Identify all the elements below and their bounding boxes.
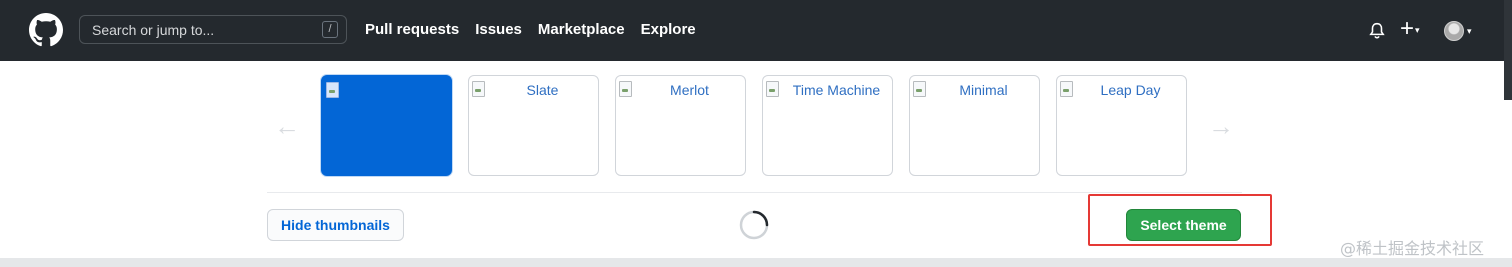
watermark: @稀土掘金技术社区 (1340, 239, 1485, 258)
search-input[interactable]: Search or jump to... / (79, 15, 347, 44)
theme-thumbnail-selected[interactable] (321, 75, 452, 176)
notification-bell-icon[interactable] (1368, 21, 1386, 41)
select-theme-button[interactable]: Select theme (1126, 209, 1241, 241)
theme-thumbnail-slate[interactable]: Slate (468, 75, 599, 176)
loading-spinner-icon (739, 210, 769, 240)
primary-nav: Pull requests Issues Marketplace Explore (365, 21, 712, 38)
user-menu-button[interactable]: ▾ (1444, 21, 1472, 41)
page: Search or jump to... / Pull requests Iss… (0, 0, 1512, 267)
theme-label: Time Machine (792, 82, 881, 98)
top-navbar: Search or jump to... / Pull requests Iss… (0, 0, 1512, 61)
chevron-down-icon: ▾ (1415, 24, 1420, 35)
page-scrollbar[interactable] (1504, 0, 1512, 100)
hide-thumbnails-button[interactable]: Hide thumbnails (267, 209, 404, 241)
next-arrow-icon[interactable]: → (1207, 113, 1235, 139)
plus-icon: + (1400, 15, 1415, 42)
github-logo-icon[interactable] (29, 13, 63, 47)
nav-explore[interactable]: Explore (641, 21, 696, 38)
theme-thumbnail-leap-day[interactable]: Leap Day (1056, 75, 1187, 176)
theme-thumbnail-minimal[interactable]: Minimal (909, 75, 1040, 176)
nav-pull-requests[interactable]: Pull requests (365, 21, 459, 38)
theme-label: Merlot (670, 82, 709, 98)
theme-thumbnail-time-machine[interactable]: Time Machine (762, 75, 893, 176)
theme-label: Minimal (959, 82, 1008, 98)
nav-issues[interactable]: Issues (475, 21, 522, 38)
avatar (1444, 21, 1464, 41)
broken-image-icon (326, 82, 339, 98)
theme-label: Leap Day (1100, 82, 1161, 98)
chevron-down-icon: ▾ (1467, 25, 1472, 36)
theme-label: Slate (526, 82, 559, 98)
divider (267, 192, 1242, 193)
search-shortcut-key: / (322, 21, 338, 38)
nav-marketplace[interactable]: Marketplace (538, 21, 625, 38)
previous-arrow-icon[interactable]: ← (273, 113, 301, 139)
footer-band (0, 258, 1512, 267)
theme-thumbnail-merlot[interactable]: Merlot (615, 75, 746, 176)
create-new-button[interactable]: +▾ (1400, 17, 1420, 42)
search-placeholder: Search or jump to... (92, 22, 215, 38)
